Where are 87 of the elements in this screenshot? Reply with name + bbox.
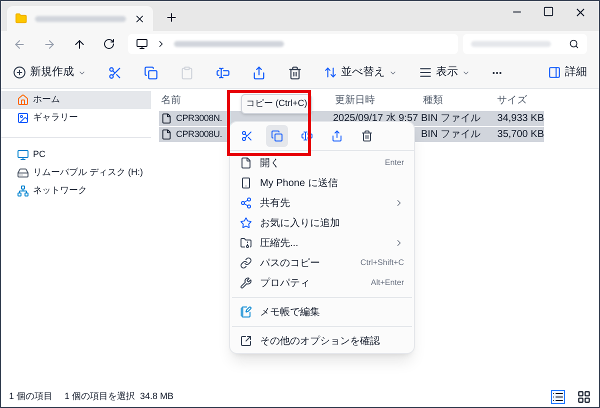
refresh-icon[interactable]	[103, 38, 115, 50]
menu-label: 開く	[260, 156, 281, 170]
new-button[interactable]: 新規作成	[13, 64, 86, 81]
menu-item[interactable]: 開く Enter	[230, 153, 414, 173]
sort-icon	[324, 66, 337, 79]
trash-icon	[361, 130, 373, 142]
close-icon[interactable]	[574, 6, 587, 19]
sidebar-item[interactable]: ホーム	[1, 91, 151, 109]
up-icon[interactable]	[73, 38, 86, 50]
options-icon	[240, 335, 252, 347]
details-view-icon[interactable]	[551, 390, 565, 404]
column-header[interactable]: サイズ	[497, 92, 547, 108]
shortcut-text: Enter	[384, 157, 404, 169]
file-type: BIN ファイル	[421, 113, 480, 124]
menu-label: My Phone に送信	[260, 176, 339, 190]
menu-item[interactable]: My Phone に送信	[230, 173, 414, 193]
rename-icon[interactable]	[216, 66, 230, 80]
monitor-icon	[17, 149, 29, 161]
file-size: 35,700 KB	[497, 129, 544, 140]
cut-icon[interactable]	[108, 66, 122, 80]
details-button[interactable]: 詳細	[548, 64, 587, 81]
file-size: 34,933 KB	[497, 113, 544, 124]
menu-item[interactable]: プロパティ Alt+Enter	[230, 273, 414, 293]
tiles-view-icon[interactable]	[577, 390, 591, 404]
archive-icon	[240, 237, 252, 249]
path-icon	[240, 257, 252, 269]
folder-icon	[15, 12, 28, 25]
wrench-icon	[240, 277, 252, 289]
file-name: CPR3008U.	[176, 128, 222, 141]
sidebar-item[interactable]: PC	[1, 146, 151, 164]
rename-icon	[301, 130, 313, 142]
copy-icon	[271, 130, 283, 142]
menu-item[interactable]: 圧縮先...	[230, 233, 414, 253]
menu-item[interactable]: パスのコピー Ctrl+Shift+C	[230, 253, 414, 273]
menu-item[interactable]: メモ帳で編集	[230, 302, 414, 322]
sidebar-item[interactable]: リムーバブル ディスク (H:)	[1, 164, 151, 182]
share-icon	[240, 197, 252, 209]
notepad-icon	[240, 306, 252, 318]
menu-item[interactable]: お気に入りに追加	[230, 213, 414, 233]
menu-label: その他のオプションを確認	[260, 334, 381, 348]
file-name: CPR3008N.	[176, 112, 222, 125]
phone-icon	[240, 177, 252, 189]
menu-item[interactable]: その他のオプションを確認	[230, 331, 414, 351]
monitor-icon	[136, 38, 148, 50]
column-header[interactable]: 種類	[421, 92, 497, 108]
tooltip: コピー (Ctrl+C)	[241, 94, 312, 114]
network-icon	[17, 185, 29, 197]
file-icon	[240, 157, 252, 169]
copy-button[interactable]	[266, 125, 288, 147]
more-button[interactable]: ···	[492, 64, 502, 82]
menu-label: お気に入りに追加	[260, 216, 341, 230]
address-field[interactable]	[128, 34, 458, 54]
item-count: 1 個の項目	[9, 390, 53, 404]
star-icon	[240, 217, 252, 229]
menu-label: 圧縮先...	[260, 236, 300, 250]
trash-icon[interactable]	[288, 66, 302, 80]
maximize-icon[interactable]	[543, 6, 554, 17]
drive-icon	[17, 167, 29, 179]
sidebar-item[interactable]: ネットワーク	[1, 182, 151, 200]
selection-info: 1 個の項目を選択 34.8 MB	[64, 390, 174, 404]
file-icon	[161, 129, 172, 140]
search-icon	[569, 39, 579, 49]
menu-item[interactable]: 共有先	[230, 193, 414, 213]
search-field[interactable]	[463, 34, 587, 54]
shortcut-text: Ctrl+Shift+C	[360, 257, 404, 269]
menu-label: 共有先	[260, 196, 291, 210]
menu-label: パスのコピー	[260, 256, 321, 270]
view-button[interactable]: 表示	[419, 64, 470, 81]
menu-label: プロパティ	[260, 276, 311, 290]
panel-icon	[548, 66, 561, 79]
share-icon[interactable]	[252, 66, 266, 80]
sort-button[interactable]: 並べ替え	[324, 64, 397, 81]
view-icon	[419, 66, 432, 79]
home-icon	[17, 94, 29, 106]
column-header[interactable]: 更新日時	[333, 92, 421, 108]
menu-label: メモ帳で編集	[260, 306, 321, 320]
new-icon	[13, 66, 26, 79]
new-tab-icon[interactable]	[165, 11, 178, 24]
file-type: BIN ファイル	[421, 129, 480, 140]
cut-icon	[241, 130, 253, 142]
image-icon	[17, 112, 29, 124]
share-icon	[331, 130, 343, 142]
copy-icon[interactable]	[144, 66, 158, 80]
file-icon	[161, 113, 172, 124]
sidebar-item[interactable]: ギャラリー	[1, 109, 151, 127]
close-tab-icon[interactable]	[134, 12, 146, 24]
shortcut-text: Alt+Enter	[370, 277, 404, 289]
